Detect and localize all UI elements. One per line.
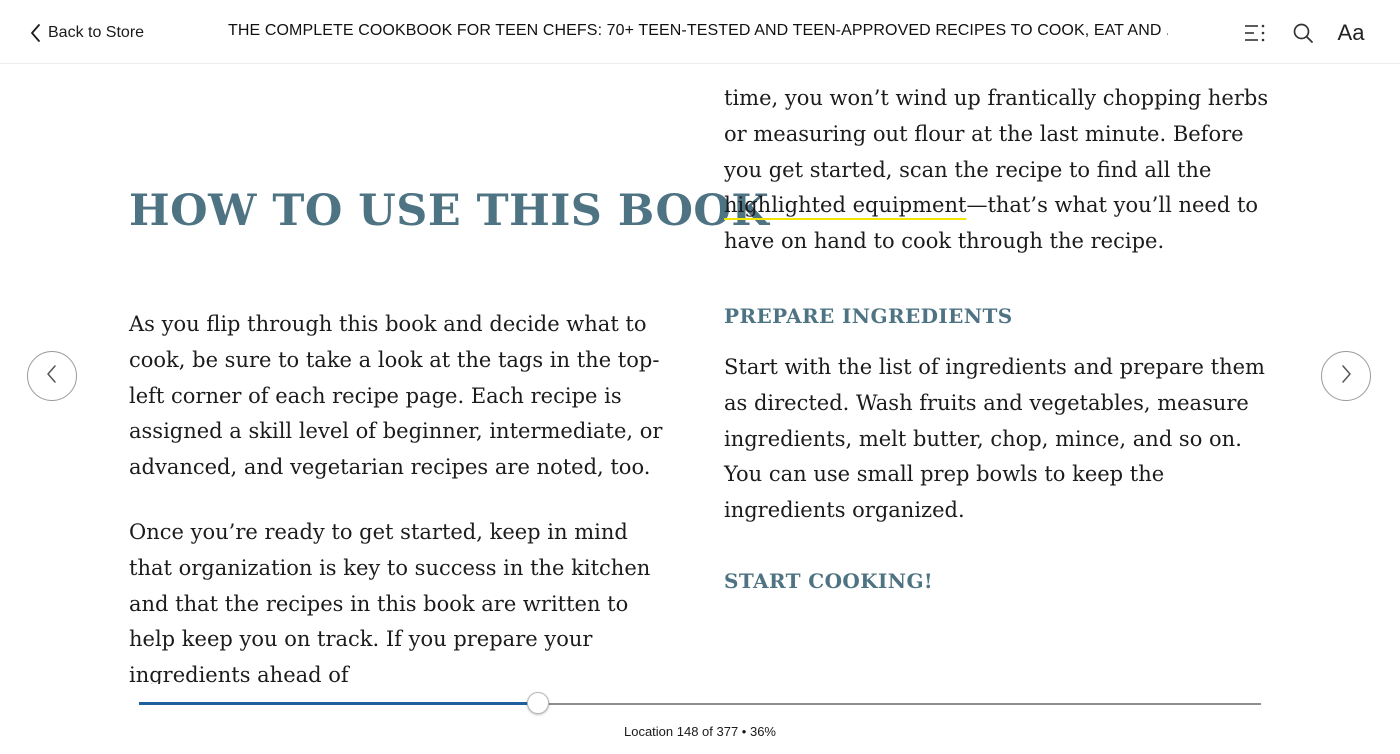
reader-toolbar: Back to Store THE COMPLETE COOKBOOK FOR … <box>0 0 1400 64</box>
book-title: THE COMPLETE COOKBOOK FOR TEEN CHEFS: 70… <box>228 22 1168 39</box>
search-icon[interactable] <box>1288 18 1318 48</box>
body-paragraph: Start with the list of ingredients and p… <box>724 355 1265 523</box>
chevron-left-icon <box>28 22 44 44</box>
highlighted-equipment-link[interactable]: highlighted equipment <box>724 193 966 217</box>
progress-thumb[interactable] <box>527 692 550 714</box>
reading-progress-slider[interactable] <box>139 692 1261 716</box>
chevron-left-icon <box>44 362 60 391</box>
reading-pane: HOW TO USE THIS BOOK As you flip through… <box>0 64 1400 684</box>
section-heading-start-cooking: START COOKING! <box>724 569 934 593</box>
body-paragraph-continued: time, you won’t wind up frantically chop… <box>724 81 1284 260</box>
section-heading-prepare: PREPARE INGREDIENTS <box>724 304 1013 328</box>
back-to-store-label: Back to Store <box>48 24 145 41</box>
body-paragraph: Once you’re ready to get started, keep i… <box>129 520 651 684</box>
next-page-button[interactable] <box>1321 351 1371 401</box>
font-settings-icon[interactable]: Aa <box>1336 18 1366 48</box>
progress-fill <box>139 702 539 705</box>
body-paragraph: As you flip through this book and decide… <box>129 312 663 480</box>
chapter-title: HOW TO USE THIS BOOK <box>129 186 770 236</box>
back-to-store-button[interactable]: Back to Store <box>28 20 144 46</box>
text-run: time, you won’t wind up frantically chop… <box>724 86 1269 182</box>
previous-page-button[interactable] <box>27 351 77 401</box>
table-of-contents-icon[interactable] <box>1240 18 1270 48</box>
location-indicator: Location 148 of 377 • 36% <box>623 724 776 739</box>
chevron-right-icon <box>1338 362 1354 391</box>
